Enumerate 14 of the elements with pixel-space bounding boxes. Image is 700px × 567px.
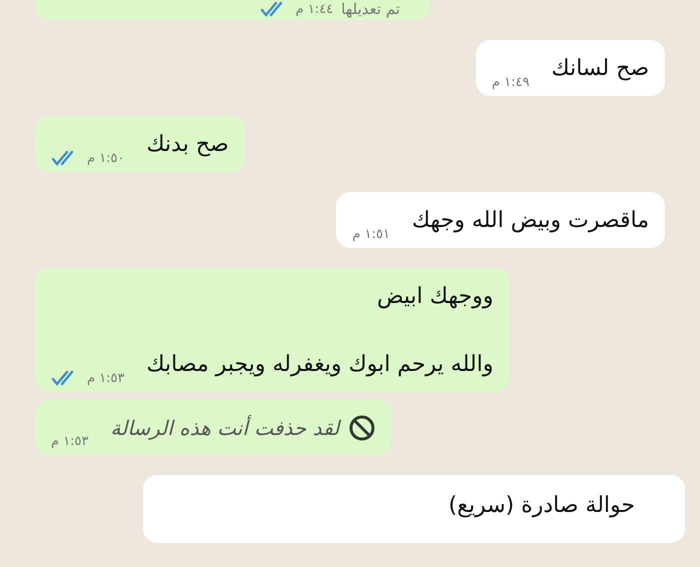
message-time: ١:٤٩ م: [492, 75, 530, 90]
message-time: ١:٤٤ م: [296, 2, 334, 16]
message-text: صح لسانك: [551, 55, 649, 83]
message-time: ١:٥٠ م: [87, 150, 125, 166]
ban-icon: [349, 415, 376, 441]
message-text: ماقصرت وبيض الله وجهك: [412, 207, 649, 235]
deleted-message-text: لقد حذفت أنت هذه الرسالة: [110, 414, 340, 442]
message-text: ووجهك ابيض والله يرحم ابوك ويغفرله ويجبر مصابك: [146, 283, 494, 379]
message-text: حوالة صادرة (سريع): [448, 492, 635, 520]
message-time: ١:٥٣ م: [51, 434, 89, 449]
message-time: ١:٥١ م: [352, 227, 390, 242]
message-text: صح بدنك: [146, 131, 229, 159]
edited-label: تم تعديلها: [341, 0, 400, 18]
message-time: ١:٥٣ م: [87, 370, 125, 386]
